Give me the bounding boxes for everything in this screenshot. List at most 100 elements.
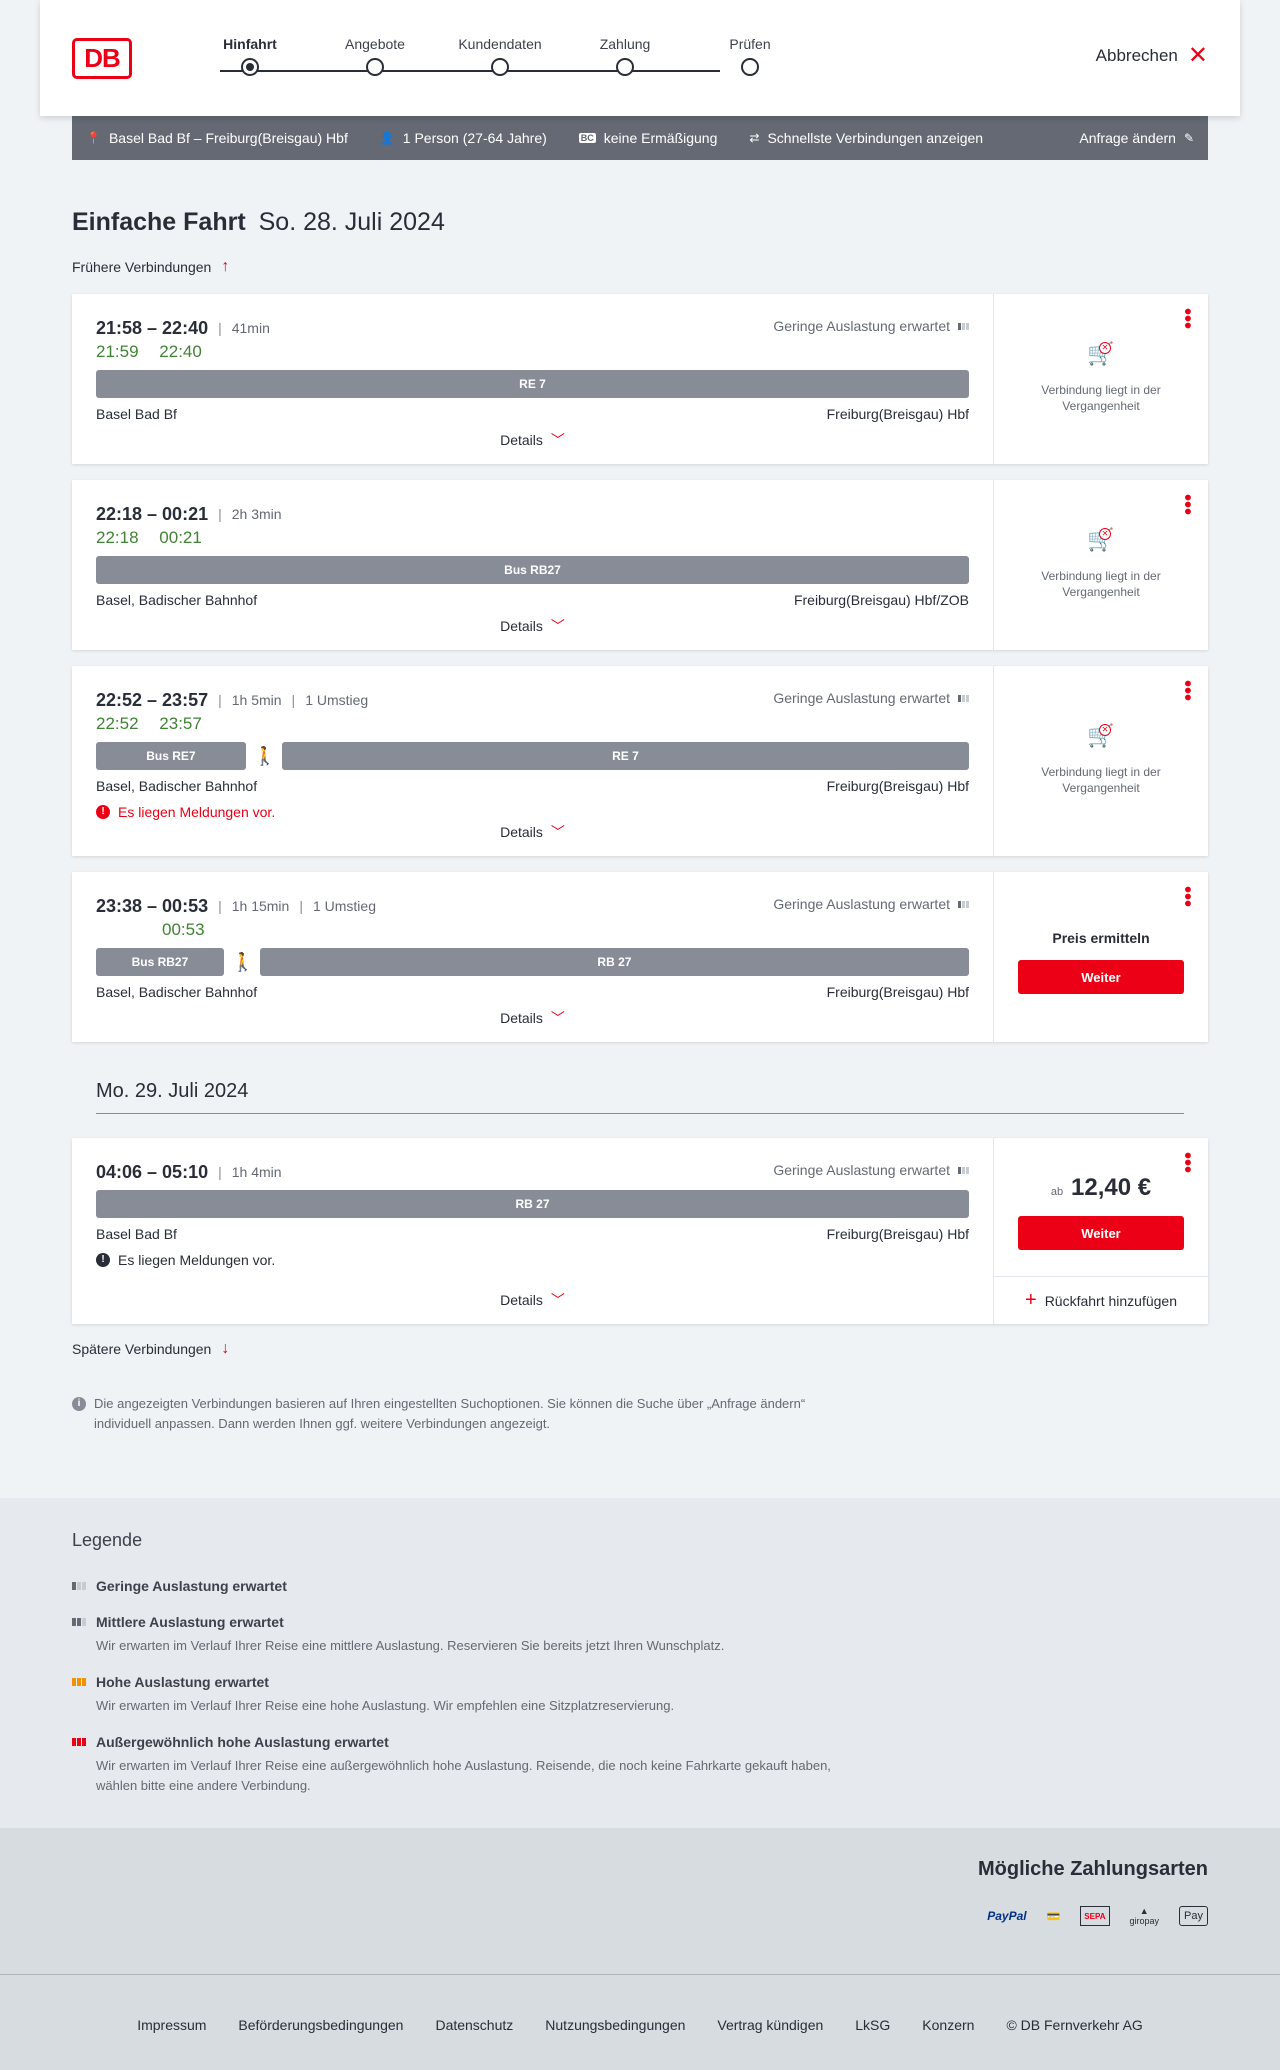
change-request-button[interactable]: Anfrage ändern ✎ [1079,130,1194,146]
footer-link-befoerderungsbedingungen[interactable]: Beförderungsbedingungen [238,2017,403,2033]
connection-card[interactable]: 04:06 – 05:10 | 1h 4min Geringe Auslastu… [72,1138,1208,1324]
header: DB Hinfahrt Angebote Kundendaten Zahlung… [40,0,1240,116]
fastest-connections-toggle[interactable]: ⇄ Schnellste Verbindungen anzeigen [749,130,983,146]
connection-times: 04:06 – 05:10 [96,1161,209,1182]
journey-segments: RE 7 [96,370,969,398]
payment-icons: PayPal 💳 SEPA ▲ giropay Pay [987,1902,1208,1930]
step-dot [491,58,509,76]
more-options-icon[interactable]: ••• [1176,886,1198,907]
weiter-button[interactable]: Weiter [1018,960,1184,994]
connection-details: 22:18 – 00:21 | 2h 3min 22:18 00:21 Bus … [72,480,994,650]
info-icon: i [72,1397,86,1411]
destination-station: Freiburg(Breisgau) Hbf [826,984,969,1000]
connection-times: 21:58 – 22:40 [96,317,209,338]
details-label: Details [500,1292,543,1308]
segment-bar[interactable]: RE 7 [281,742,969,770]
footer-link-lksg[interactable]: LkSG [855,2017,890,2033]
occupancy-low-icon [958,1166,969,1174]
details-toggle[interactable]: Details ﹀ [72,822,993,842]
segment-bar[interactable]: RB 27 [96,1190,969,1218]
segment-bar[interactable]: RE 7 [96,370,969,398]
plus-icon: + [1025,1289,1037,1311]
connection-card[interactable]: 21:58 – 22:40 | 41min Geringe Auslastung… [72,294,1208,464]
cancel-label: Abbrechen [1095,46,1178,65]
connection-details: 04:06 – 05:10 | 1h 4min Geringe Auslastu… [72,1138,994,1324]
walking-icon: 🚶 [231,951,255,972]
step-label: Prüfen [729,36,771,52]
segment-bar[interactable]: RB 27 [259,948,969,976]
footer-link-nutzungsbedingungen[interactable]: Nutzungsbedingungen [545,2017,685,2033]
more-options-icon[interactable]: ••• [1176,494,1198,515]
connection-card[interactable]: 22:52 – 23:57 | 1h 5min | 1 Umstieg Geri… [72,666,1208,856]
connection-details: 23:38 – 00:53 | 1h 15min | 1 Umstieg Ger… [72,872,994,1042]
details-toggle[interactable]: Details ﹀ [72,616,993,636]
earlier-connections-link[interactable]: Frühere Verbindungen ↑ [72,258,229,276]
details-toggle[interactable]: Details ﹀ [72,1008,993,1028]
connection-times: 22:18 – 00:21 [96,503,209,524]
alert-icon: ! [96,1253,110,1267]
connection-details: 21:58 – 22:40 | 41min Geringe Auslastung… [72,294,994,464]
footer-link-konzern[interactable]: Konzern [922,2017,974,2033]
cancel-button[interactable]: Abbrechen ✕ [1095,44,1208,68]
segment-bar[interactable]: Bus RB27 [96,556,969,584]
change-request-label: Anfrage ändern [1079,130,1176,146]
footer-copyright: © DB Fernverkehr AG [1006,2017,1143,2033]
origin-station: Basel, Badischer Bahnhof [96,984,258,1000]
footer-link-vertrag-kuendigen[interactable]: Vertrag kündigen [717,2017,823,2033]
details-toggle[interactable]: Details ﹀ [72,1290,993,1310]
cart-unavailable-icon: 🛒 ✕ [1087,527,1115,552]
occupancy-low-icon [958,694,969,702]
legend-item-desc: Wir erwarten im Verlauf Ihrer Reise eine… [96,1758,831,1793]
occupancy-low-icon [72,1582,88,1590]
connection-card[interactable]: 23:38 – 00:53 | 1h 15min | 1 Umstieg Ger… [72,872,1208,1042]
weiter-button[interactable]: Weiter [1018,1216,1184,1250]
realtime-departure: 22:18 [96,528,139,547]
step-hinfahrt: Hinfahrt [185,34,315,76]
past-connection-notice: 🛒 ✕ Verbindung liegt in der Vergangenheit [994,724,1208,796]
destination-station: Freiburg(Breisgau) Hbf [826,1226,969,1242]
more-options-icon[interactable]: ••• [1176,308,1198,329]
legend-item-title: Hohe Auslastung erwartet [96,1674,269,1690]
connection-duration: 1h 5min [231,692,282,708]
footer-link-impressum[interactable]: Impressum [137,2017,206,2033]
segment-bar[interactable]: Bus RB27 [96,948,224,976]
occupancy-info: Geringe Auslastung erwartet [773,318,969,334]
chevron-down-icon: ﹀ [550,618,565,634]
journey-segments: Bus RB27 🚶 RB 27 [96,948,969,976]
offer-panel: ••• 🛒 ✕ Verbindung liegt in der Vergangen… [994,294,1208,464]
step-dot-active [241,58,259,76]
bahncard-icon: BC [578,133,596,143]
realtime-times: 22:18 00:21 [96,528,969,550]
date-label: Mo. 29. Juli 2024 [96,1080,249,1102]
occupancy-label: Geringe Auslastung erwartet [773,318,950,334]
arrow-up-icon: ↑ [221,258,230,275]
step-label: Kundendaten [458,36,542,52]
swap-icon: ⇄ [749,131,760,145]
legend-title: Legende [72,1530,143,1550]
segment-bar[interactable]: Bus RE7 [96,742,246,770]
legend-item-desc: Wir erwarten im Verlauf Ihrer Reise eine… [96,1698,675,1713]
progress-steps: Hinfahrt Angebote Kundendaten Zahlung Pr… [210,34,771,84]
arrow-down-icon: ↓ [221,1340,230,1357]
past-text: Verbindung liegt in der Vergangenheit [1041,765,1161,795]
later-label: Spätere Verbindungen [72,1341,212,1357]
info-note: i Die angezeigten Verbindungen basieren … [72,1394,852,1434]
alert-icon: ! [96,805,110,819]
more-options-icon[interactable]: ••• [1176,680,1198,701]
paypal-icon: PayPal [987,1909,1027,1923]
db-logo[interactable]: DB [72,38,132,79]
more-options-icon[interactable]: ••• [1176,1152,1198,1173]
connection-duration: 41min [231,320,270,336]
price-display: ab 12,40 € [994,1174,1208,1202]
legend-item-medium: Mittlere Auslastung erwartet Wir erwarte… [72,1614,872,1656]
search-summary-bar: 📍 Basel Bad Bf – Freiburg(Breisgau) Hbf … [72,116,1208,160]
offer-panel: ••• ab 12,40 € Weiter + Rückfahrt hinzuf… [994,1138,1208,1324]
connection-card[interactable]: 22:18 – 00:21 | 2h 3min 22:18 00:21 Bus … [72,480,1208,650]
footer-link-datenschutz[interactable]: Datenschutz [435,2017,513,2033]
add-return-trip-button[interactable]: + Rückfahrt hinzufügen [994,1276,1208,1324]
later-connections-link[interactable]: Spätere Verbindungen ↓ [72,1340,229,1358]
origin-station: Basel, Badischer Bahnhof [96,778,258,794]
details-toggle[interactable]: Details ﹀ [72,430,993,450]
price-prefix: ab [1050,1186,1064,1198]
trip-date: So. 28. Juli 2024 [258,208,445,236]
